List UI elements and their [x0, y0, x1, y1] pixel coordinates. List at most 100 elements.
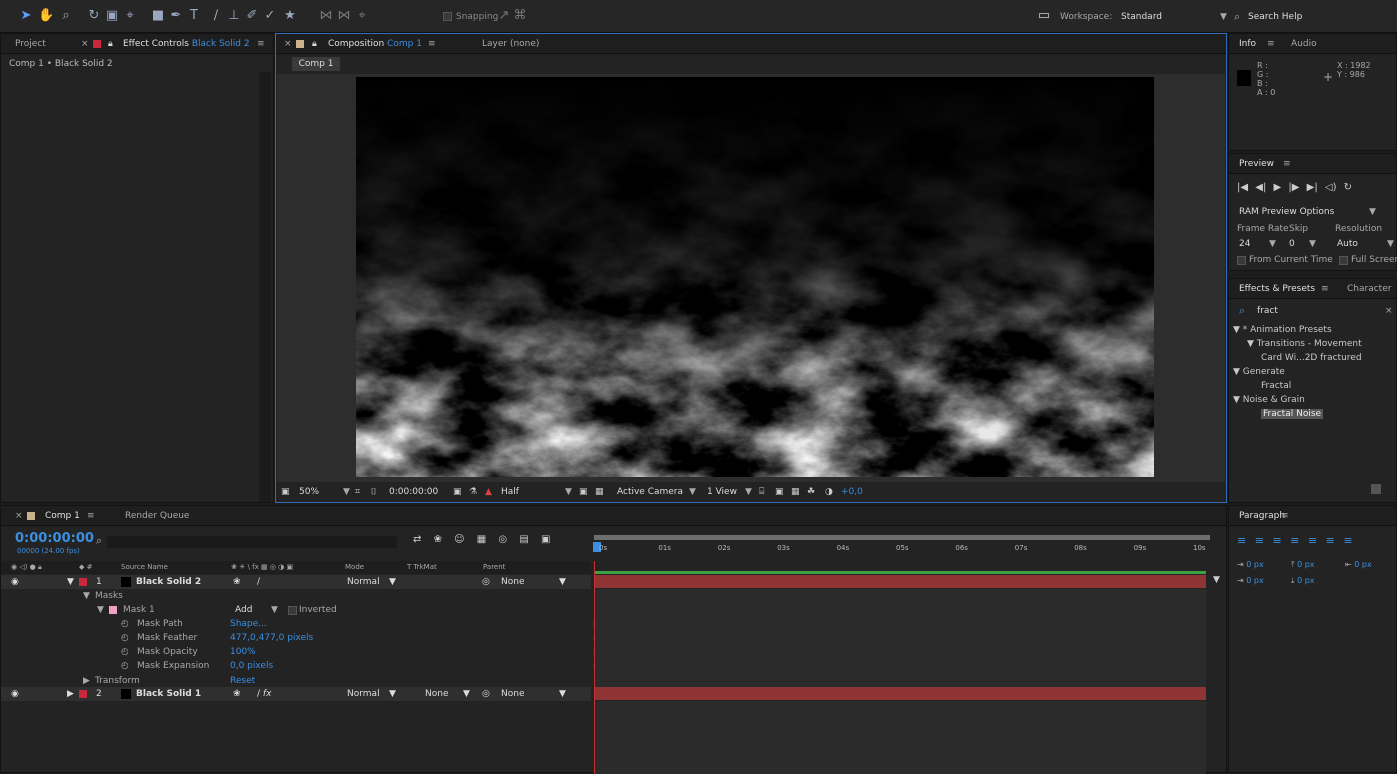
effects-tree-item[interactable]: ▼ Noise & Grain: [1233, 393, 1393, 407]
first-line-indent-field[interactable]: ⇥ 0 px: [1237, 576, 1264, 585]
workspace-value[interactable]: Standard: [1121, 12, 1162, 22]
brainstorm-icon[interactable]: ▣: [541, 534, 550, 545]
fx-switch-icon[interactable]: / fx: [257, 687, 271, 701]
views-dropdown[interactable]: 1 View: [707, 484, 737, 501]
selection-tool-icon[interactable]: ➤: [18, 8, 34, 24]
snapshot-icon[interactable]: ▣: [453, 484, 462, 501]
panel-menu-icon[interactable]: ≡: [1321, 279, 1329, 299]
transparency-grid-icon[interactable]: ▦: [595, 484, 604, 501]
pick-whip-icon[interactable]: ◎: [482, 575, 490, 589]
fast-previews-icon[interactable]: ▣: [775, 484, 784, 501]
inverted-checkbox[interactable]: [288, 606, 297, 615]
chevron-down-icon[interactable]: ▼: [1269, 239, 1276, 249]
channel-icon[interactable]: ▲: [485, 484, 492, 501]
tab-layer[interactable]: Layer (none): [482, 34, 539, 54]
lock-icon[interactable]: 🔒︎: [108, 34, 113, 54]
camera-dropdown[interactable]: Active Camera: [617, 484, 683, 501]
justify-right-icon[interactable]: ≡: [1326, 534, 1335, 547]
lock-icon[interactable]: 🔒︎: [312, 34, 317, 54]
shy-switch-icon[interactable]: ❀: [233, 575, 241, 589]
exposure-value[interactable]: +0,0: [841, 484, 863, 501]
eye-icon[interactable]: ◉: [11, 575, 19, 589]
full-screen-checkbox[interactable]: [1339, 256, 1348, 265]
pan-behind-tool-icon[interactable]: ⌖: [122, 8, 138, 24]
layer-color-label[interactable]: [79, 687, 87, 701]
chevron-down-icon[interactable]: ▼: [1387, 239, 1394, 249]
work-area-bar[interactable]: [594, 535, 1210, 540]
mask-property-value[interactable]: 0,0 pixels: [230, 659, 273, 673]
justify-all-icon[interactable]: ≡: [1343, 534, 1352, 547]
type-tool-icon[interactable]: T: [186, 8, 202, 24]
zoom-tool-icon[interactable]: ⌕: [58, 8, 74, 24]
flowchart-icon[interactable]: ☘: [807, 484, 815, 501]
layer-search-input[interactable]: [107, 536, 397, 548]
tab-character[interactable]: Character: [1347, 279, 1391, 299]
axis-world-icon[interactable]: ⋈: [336, 8, 352, 24]
panel-menu-icon[interactable]: ≡: [257, 34, 265, 54]
indent-right-field[interactable]: ⇤ 0 px: [1345, 560, 1372, 569]
axis-view-icon[interactable]: ⌖: [354, 8, 370, 24]
tab-effect-controls[interactable]: Effect Controls Black Solid 2: [123, 34, 250, 54]
layer-parent[interactable]: None: [501, 687, 524, 701]
layer-duration-bar[interactable]: [594, 687, 1206, 700]
layer-name[interactable]: Black Solid 1: [136, 687, 201, 701]
chevron-down-icon[interactable]: ▼: [559, 687, 566, 701]
table-row[interactable]: ◉ ▼ 1 Black Solid 2 ❀ / Normal ▼ ◎ None …: [1, 575, 591, 589]
region-of-interest-icon[interactable]: ▣: [579, 484, 588, 501]
source-name-header[interactable]: Source Name: [121, 561, 168, 574]
next-frame-icon[interactable]: |▶: [1288, 182, 1299, 193]
layer-mode[interactable]: Normal: [347, 687, 380, 701]
chevron-down-icon[interactable]: ▼: [83, 589, 90, 603]
effects-tree-item[interactable]: Fractal: [1233, 379, 1393, 393]
rotation-tool-icon[interactable]: ↻: [86, 8, 102, 24]
stopwatch-icon[interactable]: ◴: [121, 617, 129, 631]
mask-mode[interactable]: Add: [235, 603, 252, 617]
audio-icon[interactable]: ◁): [1325, 182, 1337, 193]
align-center-icon[interactable]: ≡: [1255, 534, 1264, 547]
first-frame-icon[interactable]: |◀: [1237, 182, 1248, 193]
layer-mode[interactable]: Normal: [347, 575, 380, 589]
resolution-select[interactable]: Auto: [1337, 239, 1358, 249]
chevron-down-icon[interactable]: ▼: [559, 575, 566, 589]
shy-icon[interactable]: ☺: [454, 534, 464, 545]
close-icon[interactable]: ×: [284, 34, 292, 54]
zoom-dropdown[interactable]: 50%: [299, 484, 319, 501]
eye-icon[interactable]: ◉: [11, 687, 19, 701]
chevron-down-icon[interactable]: ▼: [97, 603, 104, 617]
skip-select[interactable]: 0: [1289, 239, 1295, 249]
mask-visibility-icon[interactable]: ⌷: [371, 484, 376, 501]
draft-3d-icon[interactable]: ❀: [434, 534, 442, 545]
justify-center-icon[interactable]: ≡: [1308, 534, 1317, 547]
tab-effects-presets[interactable]: Effects & Presets: [1239, 279, 1315, 299]
show-snapshot-icon[interactable]: ⚗: [469, 484, 477, 501]
layer-parent[interactable]: None: [501, 575, 524, 589]
mask-color-swatch[interactable]: [109, 603, 117, 617]
viewer-timecode[interactable]: 0:00:00:00: [389, 484, 438, 501]
comp-mini-flowchart-icon[interactable]: ⇄: [413, 534, 421, 545]
tab-info[interactable]: Info: [1239, 34, 1256, 54]
chevron-down-icon[interactable]: ▼: [745, 484, 752, 501]
camera-tool-icon[interactable]: ▣: [104, 8, 120, 24]
tab-project[interactable]: Project: [15, 34, 46, 54]
axis-local-icon[interactable]: ⋈: [318, 8, 334, 24]
safe-zones-icon[interactable]: ⌗: [355, 484, 360, 501]
mask-property-value[interactable]: 477,0,477,0 pixels: [230, 631, 313, 645]
align-right-icon[interactable]: ≡: [1272, 534, 1281, 547]
chevron-down-icon[interactable]: ▼: [565, 484, 572, 501]
stopwatch-icon[interactable]: ◴: [121, 659, 129, 673]
table-row[interactable]: ◉ ▶ 2 Black Solid 1 ❀ / fx Normal ▼ None…: [1, 687, 591, 701]
mask-property-value[interactable]: Shape...: [230, 617, 267, 631]
from-current-time-checkbox[interactable]: [1237, 256, 1246, 265]
chevron-right-icon[interactable]: ▶: [83, 674, 90, 688]
resolution-dropdown[interactable]: Half: [501, 484, 519, 501]
tab-render-queue[interactable]: Render Queue: [125, 506, 189, 526]
ram-preview-options[interactable]: RAM Preview Options: [1239, 207, 1334, 217]
snap-icon[interactable]: ↗: [496, 8, 512, 24]
chevron-down-icon[interactable]: ▼: [389, 575, 396, 589]
effects-search-input[interactable]: fract: [1257, 306, 1278, 316]
viewer-area[interactable]: [277, 74, 1225, 482]
chevron-down-icon[interactable]: ▼: [463, 687, 470, 701]
effects-tree-item[interactable]: ▼ * Animation Presets: [1233, 323, 1393, 337]
magnification-icon[interactable]: ▣: [281, 484, 290, 501]
effects-tree-item[interactable]: ▼ Transitions - Movement: [1233, 337, 1393, 351]
